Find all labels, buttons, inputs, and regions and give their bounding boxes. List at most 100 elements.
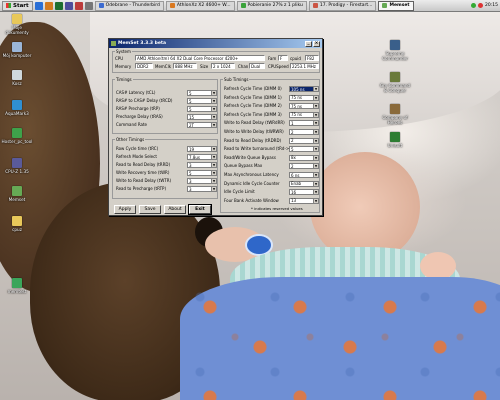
sub-timing-select[interactable]: 16 ▼ xyxy=(289,189,319,196)
chevron-down-icon: ▼ xyxy=(313,173,318,177)
command-rate-select[interactable]: 2T ▼ xyxy=(187,122,217,128)
desktop-icon-company-of-heroes[interactable]: Company of Heroes xyxy=(378,104,412,125)
desktop-icon-my-documents[interactable]: Moje dokumenty xyxy=(0,14,34,35)
desktop-icon-cpuz-folder[interactable]: cpuz xyxy=(0,216,34,232)
desktop-icon-label: Hoster_pc_tool xyxy=(1,139,33,144)
sub-timing-select[interactable]: 2 ▼ xyxy=(289,129,319,135)
sub-timing-row: Queue Bypass Max xyxy=(224,162,262,169)
sub-timing-select[interactable]: 2 ▼ xyxy=(289,163,319,170)
chevron-down-icon: ▼ xyxy=(211,107,216,111)
refresh-mode-select[interactable]: 7.8us ▼ xyxy=(187,154,217,160)
twr-select[interactable]: 5 ▼ xyxy=(187,170,217,176)
desktop-icon-cpuz[interactable]: CPU-Z 1.35 xyxy=(0,158,34,174)
select-value: 75 ns xyxy=(291,112,302,118)
task-label: Pobieranie 27% z 1 pliku xyxy=(247,3,303,8)
timing-label: Write Recovery time (tWR) xyxy=(116,170,170,175)
select-value: 13 xyxy=(291,198,297,204)
desktop-icon-memtest[interactable]: memtest xyxy=(0,278,34,294)
chevron-down-icon: ▼ xyxy=(313,181,318,186)
sub-timing-row: Write to Read Delay (tWRdRR) xyxy=(224,119,285,126)
sub-timing-select[interactable]: 1 ▼ xyxy=(289,120,319,127)
desktop-icon-label: Moje dokumenty xyxy=(5,25,29,35)
desktop-icon-label: Gry Command & Conquer xyxy=(379,83,411,93)
sub-timing-select[interactable]: 6 ns ▼ xyxy=(289,172,319,178)
chevron-down-icon: ▼ xyxy=(211,171,216,175)
trrd-select[interactable]: 3 ▼ xyxy=(187,162,217,168)
minimize-button[interactable]: _ xyxy=(305,40,312,47)
quicklaunch-app-icon[interactable] xyxy=(54,1,63,10)
sub-timing-select[interactable]: 75 ns ▼ xyxy=(289,94,319,101)
timing-row: CAS# Latency (tCL) xyxy=(116,89,155,96)
computer-icon xyxy=(12,42,22,52)
memset-icon xyxy=(111,41,116,46)
desktop-icon-unisoft[interactable]: Unisoft xyxy=(378,132,412,148)
network-icon[interactable] xyxy=(471,3,477,8)
exit-button[interactable]: Exit xyxy=(188,204,212,215)
antivirus-icon[interactable] xyxy=(478,3,484,8)
quicklaunch-desktop-icon[interactable] xyxy=(64,1,73,10)
ras-select[interactable]: 15 ▼ xyxy=(187,114,217,120)
timing-label: Read to Read Delay (tRRD) xyxy=(116,162,171,167)
desktop-icon-command-conquer[interactable]: Gry Command & Conquer xyxy=(378,72,412,93)
timing-row: RAS# Precharge (tRP) xyxy=(116,105,160,112)
save-button[interactable]: Save xyxy=(139,205,161,214)
desktop-icon-hoster[interactable]: Hoster_pc_tool xyxy=(0,128,34,144)
desktop-icon-aquamark[interactable]: AquaMark3 xyxy=(0,100,34,116)
chevron-down-icon: ▼ xyxy=(313,138,318,143)
twtr-select[interactable]: 3 ▼ xyxy=(187,178,217,184)
rp-select[interactable]: 5 ▼ xyxy=(187,106,217,112)
timing-row: Refresh Mode Select xyxy=(116,153,157,160)
trtp-select[interactable]: 3 ▼ xyxy=(187,186,217,192)
taskbar-item-browser[interactable]: AthlonXz X2 4600+ W... xyxy=(165,0,235,11)
select-value: 5 xyxy=(189,98,192,104)
start-button[interactable]: Start xyxy=(2,0,33,11)
sub-timing-select[interactable]: 75 ns ▼ xyxy=(289,103,319,110)
trc-select[interactable]: 19 ▼ xyxy=(187,146,217,152)
timing-row: Read to Precharge (tRTP) xyxy=(116,185,166,192)
rcd-select[interactable]: 5 ▼ xyxy=(187,98,217,104)
desktop-icon-recycle-bin[interactable]: Kosz xyxy=(0,70,34,86)
sub-timing-select[interactable]: 8x ▼ xyxy=(289,154,319,161)
desktop-icon-my-computer[interactable]: Mój komputer xyxy=(0,42,34,58)
sub-timing-select[interactable]: Enab ▼ xyxy=(289,180,319,187)
clock[interactable]: 20:15 xyxy=(485,3,498,8)
taskbar-item-player[interactable]: 17. Prodigy - Firestart... xyxy=(308,0,377,11)
quicklaunch-browser-icon[interactable] xyxy=(34,1,43,10)
system-group: System CPU AMD Athlon(tm) 64 X2 Dual Cor… xyxy=(112,49,320,73)
select-value: 3 xyxy=(189,186,192,192)
taskbar-item-thunderbird[interactable]: Odebrane - Thunderbird xyxy=(94,0,164,11)
quicklaunch-media-icon[interactable] xyxy=(74,1,83,10)
select-value: 2T xyxy=(189,122,194,128)
timing-label: RAS# to CAS# Delay (tRCD) xyxy=(116,98,173,103)
cas-latency-select[interactable]: 5 ▼ xyxy=(187,90,217,96)
cpuid-label: cpuid xyxy=(290,56,301,61)
apply-button[interactable]: Apply xyxy=(114,205,136,214)
select-value: 1 xyxy=(291,120,294,126)
quicklaunch-misc-icon[interactable] xyxy=(84,1,93,10)
desktop-icon-memset[interactable]: Memset xyxy=(0,186,34,202)
sub-timing-select[interactable]: 2 ▼ xyxy=(289,137,319,144)
sub-timing-select[interactable]: 75 ns ▼ xyxy=(289,111,319,118)
taskbar-item-download[interactable]: Pobieranie 27% z 1 pliku xyxy=(236,0,307,11)
select-value: 6 ns xyxy=(291,172,300,178)
sub-timing-select[interactable]: 13 ▼ xyxy=(289,197,319,204)
desktop-icon-label: Memset xyxy=(8,197,26,202)
desktop-icon-label: cpuz xyxy=(12,227,22,232)
taskbar-item-memset[interactable]: Memset xyxy=(378,0,414,11)
chevron-down-icon: ▼ xyxy=(313,130,318,134)
sub-timing-row: Read to Write turnaround (tRd->Wr) xyxy=(224,145,296,152)
media-player-icon xyxy=(312,3,318,8)
quicklaunch-firefox-icon[interactable] xyxy=(44,1,53,10)
sub-timing-row: Read to Read Delay (tRDRD) xyxy=(224,137,281,144)
sub-timing-select[interactable]: 105 ns ▼ xyxy=(289,86,319,92)
window-titlebar[interactable]: MemSet 3.3.3 beta _ × xyxy=(109,39,322,48)
wallpaper-baby-hand xyxy=(420,252,456,280)
desktop-icon-supreme-commander[interactable]: Supreme Commander xyxy=(378,40,412,61)
cpu-icon xyxy=(12,158,22,168)
about-button[interactable]: About xyxy=(164,205,186,214)
sub-timing-row: Idle Cycle Limit xyxy=(224,188,255,195)
sub-timing-label: Refresh Cycle Time (DIMM 3) xyxy=(224,111,282,117)
sub-timing-select[interactable]: 5 ▼ xyxy=(289,146,319,153)
windows-logo-icon xyxy=(6,3,11,8)
close-button[interactable]: × xyxy=(313,40,320,47)
